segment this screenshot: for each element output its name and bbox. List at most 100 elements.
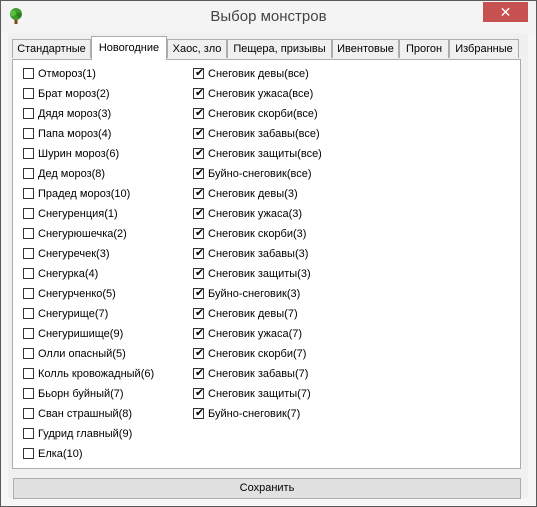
checkbox-square[interactable]: ✔ xyxy=(193,108,204,119)
monster-label: Буйно-снеговик(7) xyxy=(208,408,301,420)
checkbox-square[interactable] xyxy=(23,228,34,239)
check-icon: ✔ xyxy=(195,87,205,99)
tab-standard[interactable]: Стандартные xyxy=(12,39,91,58)
checkbox-square[interactable]: ✔ xyxy=(193,68,204,79)
monster-label: Елка(10) xyxy=(38,448,83,460)
monster-label: Прадед мороз(10) xyxy=(38,188,131,200)
check-icon: ✔ xyxy=(195,367,205,379)
monster-label: Брат мороз(2) xyxy=(38,88,110,100)
checkbox-square[interactable] xyxy=(23,328,34,339)
monster-label: Снеговик забавы(все) xyxy=(208,128,320,140)
checkbox-square[interactable] xyxy=(23,408,34,419)
checkbox-square[interactable] xyxy=(23,348,34,359)
monster-label: Снегуришище(9) xyxy=(38,328,124,340)
check-icon: ✔ xyxy=(195,387,205,399)
monster-label: Снеговик защиты(3) xyxy=(208,268,311,280)
checkbox-square[interactable] xyxy=(23,388,34,399)
monster-label: Снеговик ужаса(7) xyxy=(208,328,303,340)
checkbox-square[interactable] xyxy=(23,368,34,379)
checkbox-square[interactable]: ✔ xyxy=(193,388,204,399)
checkbox-square[interactable]: ✔ xyxy=(193,288,204,299)
tab-cave-summons[interactable]: Пещера, призывы xyxy=(227,39,332,58)
checkbox-square[interactable]: ✔ xyxy=(193,268,204,279)
monster-label: Дед мороз(8) xyxy=(38,168,106,180)
monster-label: Буйно-снеговик(все) xyxy=(208,168,312,180)
checkbox-square[interactable] xyxy=(23,448,34,459)
check-icon: ✔ xyxy=(195,307,205,319)
check-icon: ✔ xyxy=(195,167,205,179)
checkbox-square[interactable]: ✔ xyxy=(193,168,204,179)
checkbox-square[interactable] xyxy=(23,68,34,79)
monster-label: Снегурище(7) xyxy=(38,308,109,320)
tab-run[interactable]: Прогон xyxy=(399,39,449,58)
close-button[interactable]: ✕ xyxy=(483,2,528,22)
checkbox-square[interactable] xyxy=(23,208,34,219)
check-icon: ✔ xyxy=(195,327,205,339)
monster-label: Шурин мороз(6) xyxy=(38,148,120,160)
monster-label: Снегурченко(5) xyxy=(38,288,116,300)
check-icon: ✔ xyxy=(195,407,205,419)
check-icon: ✔ xyxy=(195,247,205,259)
checkbox-square[interactable] xyxy=(23,168,34,179)
monster-label: Снеговик защиты(все) xyxy=(208,148,322,160)
checkbox-square[interactable] xyxy=(23,188,34,199)
monster-label: Папа мороз(4) xyxy=(38,128,112,140)
checkbox-square[interactable] xyxy=(23,288,34,299)
check-icon: ✔ xyxy=(195,347,205,359)
monster-label: Сван страшный(8) xyxy=(38,408,133,420)
checkbox-square[interactable] xyxy=(23,248,34,259)
tab-favorites[interactable]: Избранные xyxy=(449,39,519,58)
checkbox-square[interactable] xyxy=(23,428,34,439)
tab-new-year[interactable]: Новогодние xyxy=(91,36,167,60)
monster-label: Снеговик защиты(7) xyxy=(208,388,311,400)
monster-label: Снегурюшечка(2) xyxy=(38,228,127,240)
tab-chaos-evil[interactable]: Хаос, зло xyxy=(167,39,227,58)
checkbox-square[interactable] xyxy=(23,148,34,159)
monster-label: Снеговик ужаса(3) xyxy=(208,208,303,220)
monster-label: Снегуречек(3) xyxy=(38,248,110,260)
checkbox-square[interactable]: ✔ xyxy=(193,128,204,139)
checkbox-square[interactable]: ✔ xyxy=(193,248,204,259)
check-icon: ✔ xyxy=(195,287,205,299)
monster-label: Снеговик девы(3) xyxy=(208,188,298,200)
checkbox-square[interactable]: ✔ xyxy=(193,188,204,199)
monster-label: Снеговик девы(все) xyxy=(208,68,309,80)
monster-label: Снегурка(4) xyxy=(38,268,99,280)
monster-label: Бьорн буйный(7) xyxy=(38,388,124,400)
checkbox-square[interactable]: ✔ xyxy=(193,328,204,339)
checkbox-square[interactable]: ✔ xyxy=(193,228,204,239)
checkbox-square[interactable] xyxy=(23,128,34,139)
monster-label: Снеговик забавы(7) xyxy=(208,368,309,380)
monster-label: Снегуренция(1) xyxy=(38,208,118,220)
monster-label: Гудрид главный(9) xyxy=(38,428,133,440)
check-icon: ✔ xyxy=(195,147,205,159)
check-icon: ✔ xyxy=(195,127,205,139)
tab-event[interactable]: Ивентовые xyxy=(332,39,399,58)
checkbox-square[interactable]: ✔ xyxy=(193,148,204,159)
monster-label: Олли опасный(5) xyxy=(38,348,126,360)
checkbox-square[interactable]: ✔ xyxy=(193,208,204,219)
close-icon: ✕ xyxy=(499,4,512,20)
check-icon: ✔ xyxy=(195,187,205,199)
checkbox-square[interactable] xyxy=(23,308,34,319)
new-year-tab-panel: Отмороз(1) Брат мороз(2) Дядя мороз(3) Папа… xyxy=(12,59,521,469)
check-icon: ✔ xyxy=(195,207,205,219)
save-button[interactable]: Сохранить xyxy=(13,478,521,499)
monster-label: Снеговик девы(7) xyxy=(208,308,298,320)
checkbox-square[interactable]: ✔ xyxy=(193,308,204,319)
checkbox-square[interactable] xyxy=(23,268,34,279)
checkbox-square[interactable] xyxy=(23,88,34,99)
checkbox-square[interactable]: ✔ xyxy=(193,408,204,419)
checkbox-square[interactable]: ✔ xyxy=(193,368,204,379)
tab-strip: Стандартные Новогодние Хаос, зло Пещера,… xyxy=(8,33,528,60)
monster-select-window: Выбор монстров ✕ Стандартные Новогодние … xyxy=(0,0,537,507)
checkbox-square[interactable] xyxy=(23,108,34,119)
monster-label: Буйно-снеговик(3) xyxy=(208,288,301,300)
monster-label: Снеговик скорби(3) xyxy=(208,228,307,240)
check-icon: ✔ xyxy=(195,227,205,239)
window-client-area: Стандартные Новогодние Хаос, зло Пещера,… xyxy=(8,33,528,499)
window-title: Выбор монстров xyxy=(210,8,327,25)
checkbox-square[interactable]: ✔ xyxy=(193,88,204,99)
check-icon: ✔ xyxy=(195,267,205,279)
checkbox-square[interactable]: ✔ xyxy=(193,348,204,359)
